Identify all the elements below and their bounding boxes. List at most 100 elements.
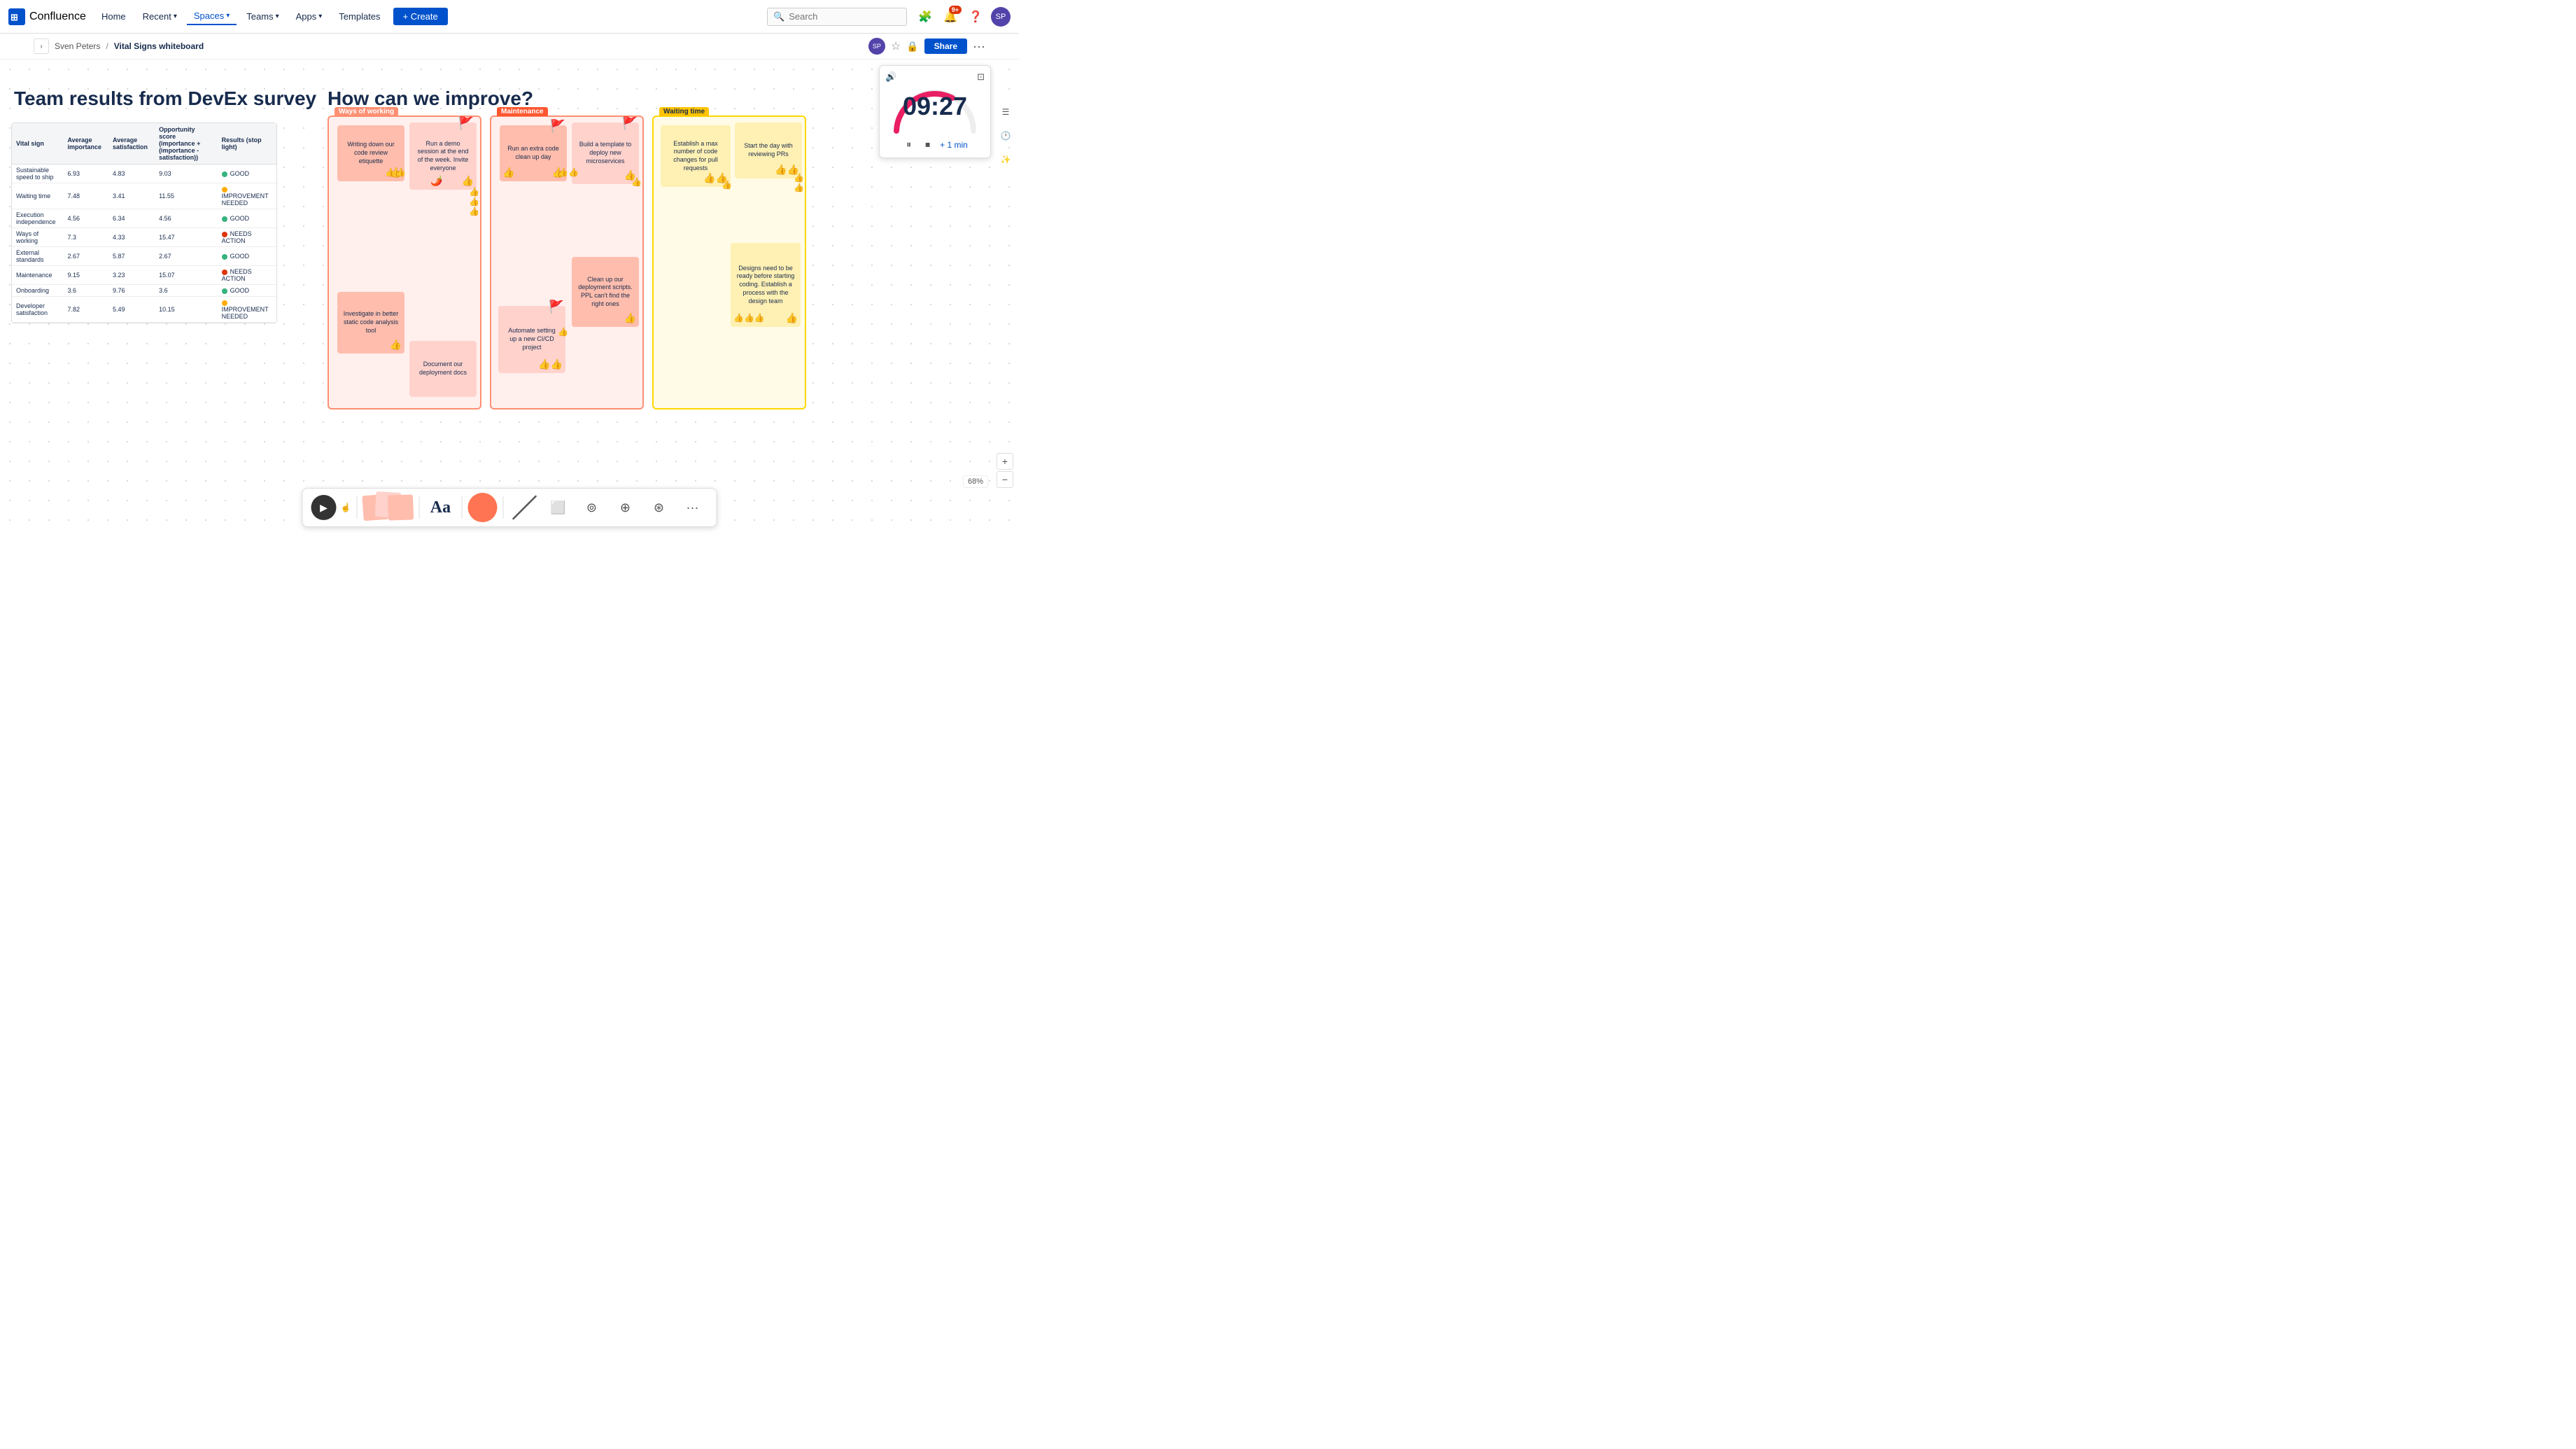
reactions-btn[interactable]: ✨ [995,149,1016,170]
table-row: Waiting time 7.48 3.41 11.55 IMPROVEMENT… [12,183,276,209]
thumbsup-icon-7: 👍 [624,312,636,324]
nav-teams[interactable]: Teams ▾ [239,8,286,24]
column-ways-of-working: Ways of working Writing down our code re… [328,115,481,410]
column-maintenance: Maintenance 🚩 Run an extra code clean up… [490,115,644,410]
cell-vital-sign: Waiting time [12,183,64,209]
cell-vital-sign: Ways of working [12,228,64,247]
color-swatch[interactable] [467,493,497,522]
cell-satisfaction: 6.34 [108,209,155,228]
table-row: Maintenance 9.15 3.23 15.07 NEEDS ACTION [12,266,276,285]
breadcrumb-avatar[interactable]: SP [868,38,885,55]
thumbs-row-4: 👍 [631,177,642,187]
nav-apps[interactable]: Apps ▾ [289,8,330,24]
lasso-tool-btn[interactable]: ⊚ [576,492,607,523]
create-button[interactable]: + Create [393,8,448,25]
sticky-cicd[interactable]: 🚩 Automate setting up a new CI/CD projec… [498,306,565,373]
lock-icon[interactable]: 🔒 [906,41,918,52]
whiteboard-canvas: Team results from DevEx survey Vital sig… [0,59,1019,538]
breadcrumb-separator: / [106,41,108,51]
timer-stop-btn[interactable]: ⏹ [921,137,934,152]
more-actions-icon[interactable]: ··· [973,39,985,54]
app-logo[interactable]: ⊞ Confluence [8,8,86,25]
cursor-icon: ☝ [341,503,351,512]
history-btn[interactable]: 🕐 [995,125,1016,146]
puzzle-icon-btn[interactable]: 🧩 [915,7,935,27]
thumbs-row-7: 👍👍 [794,173,805,192]
timer-pause-btn[interactable]: ⏸ [902,137,915,152]
sticky-deployment-scripts[interactable]: Clean up our deployment scripts. PPL can… [572,257,639,327]
nav-recent[interactable]: Recent ▾ [136,8,184,24]
nav-home[interactable]: Home [94,8,133,24]
col-label-ways: Ways of working [335,107,398,116]
teams-chevron: ▾ [276,13,279,20]
data-table: Vital sign Average importance Average sa… [11,122,277,323]
sticky-static-code[interactable]: Investigate in better static code analys… [337,292,404,354]
sidebar-toggle[interactable]: › [34,38,49,54]
search-input[interactable] [789,11,887,22]
thumbs-row-2: 👍👍👍 [469,187,480,216]
shape-tool-btn[interactable]: ⬜ [542,492,573,523]
notification-btn[interactable]: 🔔 9+ [941,7,960,27]
zoom-out-btn[interactable]: − [997,471,1013,488]
col-score: Opportunity score (importance + (importa… [155,123,218,164]
status-dot [222,300,227,306]
timer-controls: ⏸ ⏹ + 1 min [885,137,985,152]
timer-expand-btn[interactable]: ⊡ [977,71,985,83]
cell-score: 9.03 [155,164,218,183]
status-dot [222,216,227,222]
zoom-in-btn[interactable]: + [997,453,1013,470]
sticky-notes-tool[interactable] [363,492,413,523]
cell-importance: 6.93 [64,164,109,183]
cell-score: 11.55 [155,183,218,209]
cell-status: NEEDS ACTION [218,228,276,247]
user-avatar[interactable]: SP [991,7,1011,27]
cell-status: GOOD [218,285,276,297]
cell-status: IMPROVEMENT NEEDED [218,183,276,209]
line-tool-btn[interactable] [509,492,540,523]
play-button[interactable]: ▶ [311,495,337,520]
status-dot [222,232,227,237]
cell-vital-sign: Developer satisfaction [12,297,64,323]
status-dot [222,172,227,177]
timer-plus-btn[interactable]: + 1 min [940,140,968,150]
cell-status: GOOD [218,164,276,183]
breadcrumb-title: Vital Signs whiteboard [114,41,204,51]
toolbar-divider-1 [356,496,357,519]
flag-emoji-2: 🚩 [550,118,565,134]
sticky-start-day[interactable]: Start the day with reviewing PRs 👍👍 [735,122,802,178]
table-of-contents-btn[interactable]: ☰ [995,102,1016,122]
cell-vital-sign: External standards [12,247,64,266]
cell-satisfaction: 3.41 [108,183,155,209]
table-row: Onboarding 3.6 9.76 3.6 GOOD [12,285,276,297]
apps-tool-btn[interactable]: ⊛ [643,492,674,523]
cell-status: NEEDS ACTION [218,266,276,285]
cell-satisfaction: 4.83 [108,164,155,183]
sticky-max-changes[interactable]: Establish a max number of code changes f… [661,125,731,187]
nav-templates[interactable]: Templates [332,8,387,24]
connect-tool-btn[interactable]: ⊕ [610,492,640,523]
lasso-icon: ⊚ [586,500,597,515]
cell-vital-sign: Execution independence [12,209,64,228]
nav-spaces[interactable]: Spaces ▾ [187,8,237,25]
table-row: External standards 2.67 5.87 2.67 GOOD [12,247,276,266]
chili-icon: 🌶️ [430,174,442,187]
sticky-designs-ready[interactable]: Designs need to be ready before starting… [731,243,801,327]
cell-score: 4.56 [155,209,218,228]
star-icon[interactable]: ☆ [891,39,901,53]
text-tool-btn[interactable]: Aa [425,492,456,523]
sticky-deployment-docs[interactable]: Document our deployment docs [409,341,477,397]
status-dot [222,254,227,260]
search-box[interactable]: 🔍 [767,8,907,26]
volume-icon[interactable]: 🔊 [885,71,896,83]
sticky-code-cleanup[interactable]: 🚩 Run an extra code clean up day 👍 👍 [500,125,567,181]
toolbar-divider-2 [418,496,419,519]
sticky-demo-session[interactable]: 🚩 Run a demo session at the end of the w… [409,122,477,190]
cell-score: 10.15 [155,297,218,323]
share-button[interactable]: Share [924,38,967,54]
svg-text:⊞: ⊞ [10,12,18,22]
sticky-preview-3 [388,494,414,520]
more-tools-btn[interactable]: ··· [677,492,708,523]
help-btn[interactable]: ❓ [966,7,985,27]
top-navigation: ⊞ Confluence Home Recent ▾ Spaces ▾ Team… [0,0,1019,34]
sticky-deploy-template[interactable]: 🚩 Build a template to deploy new microse… [572,122,639,184]
